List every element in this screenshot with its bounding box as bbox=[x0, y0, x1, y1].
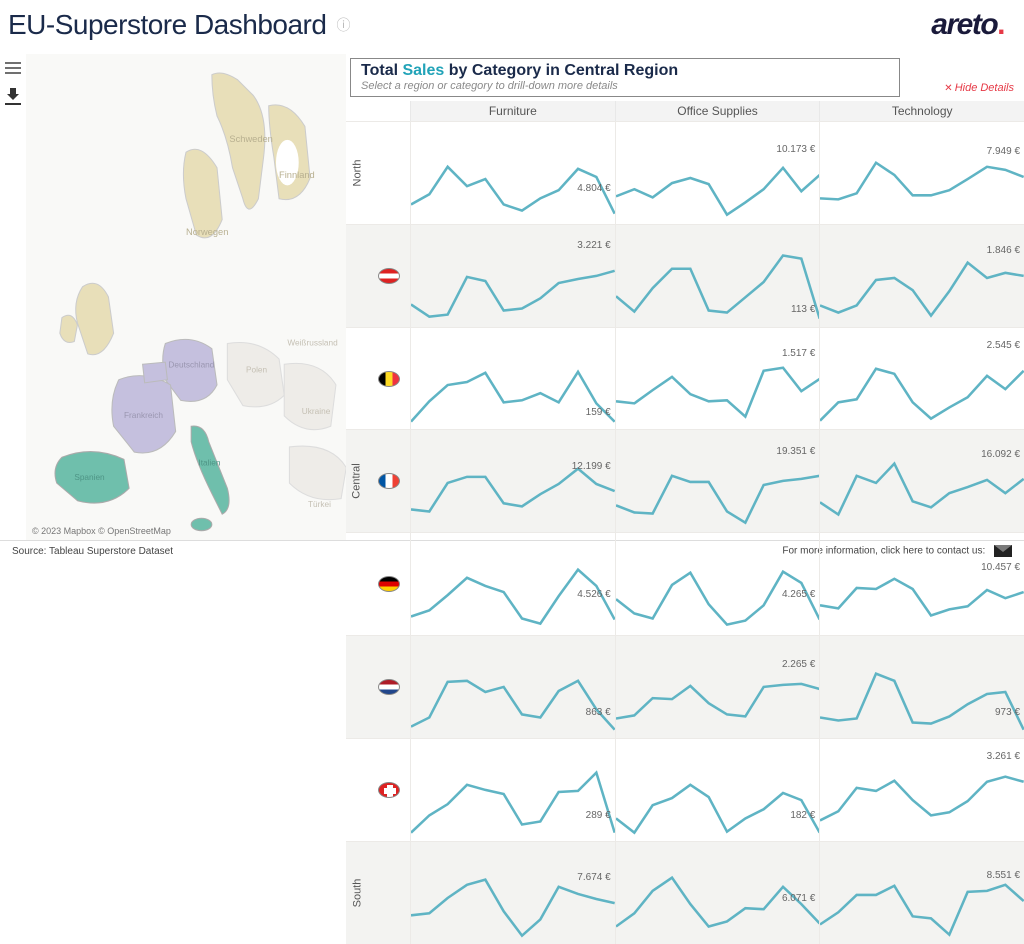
region-label: South bbox=[351, 878, 363, 907]
mail-icon[interactable] bbox=[994, 545, 1012, 557]
flag-icon-nl bbox=[378, 679, 400, 695]
map-attribution: © 2023 Mapbox © OpenStreetMap bbox=[32, 526, 171, 536]
cell-value: 7.674 € bbox=[577, 872, 610, 883]
sparkline-cell[interactable]: 12.199 € bbox=[410, 430, 615, 532]
cell-value: 4.526 € bbox=[577, 589, 610, 600]
cell-value: 159 € bbox=[586, 407, 611, 418]
table-row[interactable]: 4.526 € 4.265 € 10.457 € bbox=[346, 532, 1024, 635]
cell-value: 1.517 € bbox=[782, 348, 815, 359]
sparkline-cell[interactable]: 7.949 € bbox=[819, 122, 1024, 224]
map-label: Deutschland bbox=[168, 360, 214, 369]
cell-value: 4.265 € bbox=[782, 589, 815, 600]
map-label: Italien bbox=[198, 459, 220, 468]
flag-icon-fr bbox=[378, 473, 400, 489]
column-header-furniture[interactable]: Furniture bbox=[410, 101, 615, 121]
flag-icon-be bbox=[378, 371, 400, 387]
logo-dot: . bbox=[997, 8, 1004, 41]
data-grid: Total Sales by Category in Central Regio… bbox=[346, 54, 1024, 540]
cell-value: 2.545 € bbox=[987, 340, 1020, 351]
info-icon[interactable]: ⓘ bbox=[336, 15, 350, 35]
map-label: Ukraine bbox=[302, 407, 331, 416]
cell-value: 6.071 € bbox=[782, 893, 815, 904]
chart-title-box: Total Sales by Category in Central Regio… bbox=[350, 58, 900, 97]
column-header-technology[interactable]: Technology bbox=[819, 101, 1024, 121]
map-label: Weißrussland bbox=[287, 339, 338, 348]
title-text: EU-Superstore Dashboard bbox=[8, 9, 326, 41]
map-label: Frankreich bbox=[124, 411, 163, 420]
sparkline-cell[interactable]: 289 € bbox=[410, 739, 615, 841]
cell-value: 3.221 € bbox=[577, 240, 610, 251]
chart-subtitle: Select a region or category to drill-dow… bbox=[361, 80, 889, 92]
page-title: EU-Superstore Dashboard ⓘ bbox=[8, 9, 350, 41]
region-label: Central bbox=[351, 464, 363, 499]
cell-value: 289 € bbox=[586, 810, 611, 821]
table-row[interactable]: North 4.804 € 10.173 € 7.949 € bbox=[346, 121, 1024, 224]
map-label: Polen bbox=[246, 365, 268, 374]
sparkline-cell[interactable]: 3.221 € bbox=[410, 225, 615, 327]
sparkline-cell[interactable]: 2.265 € bbox=[615, 636, 820, 738]
sparkline-cell[interactable]: 863 € bbox=[410, 636, 615, 738]
sparkline-cell[interactable]: 159 € bbox=[410, 328, 615, 430]
chart-title: Total Sales by Category in Central Regio… bbox=[361, 62, 889, 80]
flag-icon-at bbox=[378, 268, 400, 284]
sparkline-cell[interactable]: 8.551 € bbox=[819, 842, 1024, 944]
map-label: Norwegen bbox=[186, 227, 228, 237]
sparkline-cell[interactable]: 10.173 € bbox=[615, 122, 820, 224]
cell-value: 113 € bbox=[791, 304, 815, 315]
logo-text: areto bbox=[931, 8, 997, 41]
cell-value: 19.351 € bbox=[776, 446, 815, 457]
table-row[interactable]: Central 12.199 € 19.351 € 16.092 € bbox=[346, 429, 1024, 532]
table-row[interactable]: 289 € 182 € 3.261 € bbox=[346, 738, 1024, 841]
sparkline-cell[interactable]: 19.351 € bbox=[615, 430, 820, 532]
cell-value: 2.265 € bbox=[782, 659, 815, 670]
table-row[interactable]: 3.221 € 113 € 1.846 € bbox=[346, 224, 1024, 327]
map-label: Finnland bbox=[279, 170, 315, 180]
map-label: Türkei bbox=[308, 500, 331, 509]
sparkline-cell[interactable]: 4.526 € bbox=[410, 533, 615, 635]
cell-value: 16.092 € bbox=[981, 449, 1020, 460]
cell-value: 182 € bbox=[790, 810, 815, 821]
map-label: Spanien bbox=[74, 473, 105, 482]
download-icon[interactable] bbox=[5, 88, 21, 102]
sparkline-cell[interactable]: 973 € bbox=[819, 636, 1024, 738]
table-row[interactable]: 159 € 1.517 € 2.545 € bbox=[346, 327, 1024, 430]
table-row[interactable]: 863 € 2.265 € 973 € bbox=[346, 635, 1024, 738]
cell-value: 4.804 € bbox=[577, 183, 610, 194]
table-row[interactable]: South 7.674 € 6.071 € 8.551 € bbox=[346, 841, 1024, 944]
sparkline-cell[interactable]: 3.261 € bbox=[819, 739, 1024, 841]
cell-value: 973 € bbox=[995, 707, 1020, 718]
cell-value: 1.846 € bbox=[987, 245, 1020, 256]
column-header-office-supplies[interactable]: Office Supplies bbox=[615, 101, 820, 121]
sparkline-cell[interactable]: 1.517 € bbox=[615, 328, 820, 430]
sparkline-cell[interactable]: 182 € bbox=[615, 739, 820, 841]
cell-value: 12.199 € bbox=[572, 461, 611, 472]
region-label: North bbox=[351, 159, 363, 186]
logo: areto. bbox=[931, 8, 1004, 42]
sparkline-cell[interactable]: 4.804 € bbox=[410, 122, 615, 224]
sparkline-cell[interactable]: 6.071 € bbox=[615, 842, 820, 944]
map-label: Schweden bbox=[229, 134, 272, 144]
cell-value: 8.551 € bbox=[987, 870, 1020, 881]
cell-value: 10.457 € bbox=[981, 562, 1020, 573]
map-panel[interactable]: Schweden Finnland Norwegen Deutschland F… bbox=[26, 54, 346, 540]
sparkline-cell[interactable]: 7.674 € bbox=[410, 842, 615, 944]
sparkline-cell[interactable]: 113 € bbox=[615, 225, 820, 327]
cell-value: 863 € bbox=[586, 707, 611, 718]
cell-value: 3.261 € bbox=[987, 751, 1020, 762]
cell-value: 7.949 € bbox=[987, 146, 1020, 157]
menu-icon[interactable] bbox=[5, 62, 21, 76]
sparkline-cell[interactable]: 1.846 € bbox=[819, 225, 1024, 327]
sparkline-cell[interactable]: 16.092 € bbox=[819, 430, 1024, 532]
hide-details-button[interactable]: Hide Details bbox=[944, 82, 1014, 94]
flag-icon-ch bbox=[378, 782, 400, 798]
sparkline-cell[interactable]: 2.545 € bbox=[819, 328, 1024, 430]
footer-source: Source: Tableau Superstore Dataset bbox=[12, 546, 173, 557]
sparkline-cell[interactable]: 4.265 € bbox=[615, 533, 820, 635]
flag-icon-de bbox=[378, 576, 400, 592]
cell-value: 10.173 € bbox=[776, 144, 815, 155]
